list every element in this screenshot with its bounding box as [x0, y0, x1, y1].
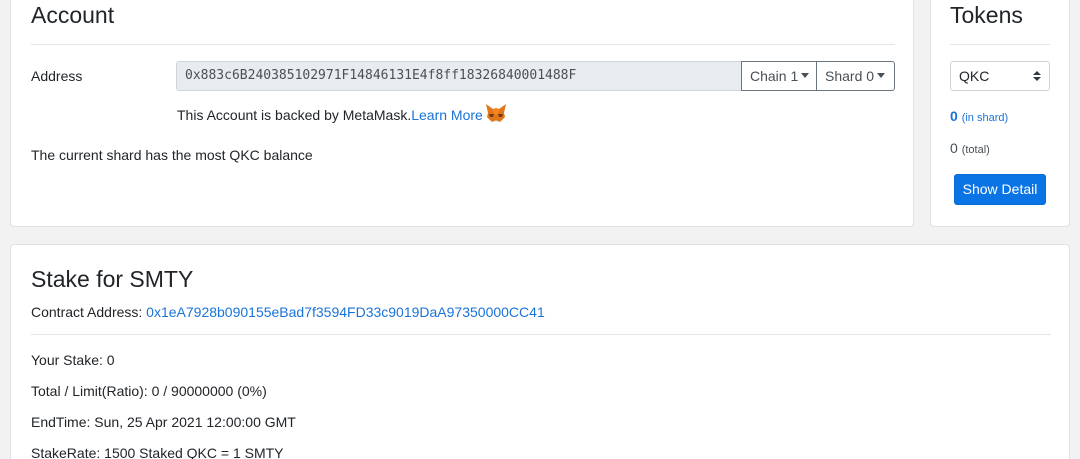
in-shard-value: 0: [950, 108, 958, 124]
shard-dropdown-label: Shard 0: [825, 68, 875, 84]
end-time: EndTime: Sun, 25 Apr 2021 12:00:00 GMT: [31, 414, 296, 430]
caret-down-icon: [801, 73, 810, 79]
metamask-fox-icon: [485, 103, 507, 126]
chain-dropdown[interactable]: Chain 1: [741, 61, 817, 91]
shard-balance-note: The current shard has the most QKC balan…: [31, 147, 313, 163]
stake-rate: StakeRate: 1500 Staked QKC = 1 SMTY: [31, 445, 284, 459]
divider: [31, 44, 895, 45]
divider: [31, 334, 1051, 335]
account-title: Account: [31, 2, 115, 28]
in-shard-label: (in shard): [961, 112, 1009, 124]
chain-dropdown-label: Chain 1: [750, 68, 799, 84]
metamask-text: This Account is backed by MetaMask.: [177, 107, 412, 124]
in-shard-balance: 0 (in shard): [950, 108, 1008, 124]
address-label: Address: [31, 68, 83, 84]
stake-title: Stake for SMTY: [31, 266, 194, 292]
token-select[interactable]: QKC: [950, 61, 1050, 91]
total-limit: Total / Limit(Ratio): 0 / 90000000 (0%): [31, 383, 267, 399]
token-select-value: QKC: [959, 68, 990, 84]
learn-more-link[interactable]: Learn More: [411, 107, 483, 123]
address-field[interactable]: 0x883c6B240385102971F14846131E4f8ff18326…: [176, 61, 742, 91]
show-detail-button[interactable]: Show Detail: [954, 174, 1046, 205]
total-balance: 0 (total): [950, 140, 990, 156]
caret-down-icon: [877, 73, 886, 79]
your-stake: Your Stake: 0: [31, 352, 115, 368]
stake-card: Stake for SMTY Contract Address: 0x1eA79…: [10, 244, 1070, 459]
total-value: 0: [950, 140, 958, 156]
tokens-title: Tokens: [950, 2, 1023, 28]
select-arrows-icon: [1033, 71, 1041, 81]
contract-address-row: Contract Address: 0x1eA7928b090155eBad7f…: [31, 304, 545, 320]
contract-address-link[interactable]: 0x1eA7928b090155eBad7f3594FD33c9019DaA97…: [146, 304, 545, 320]
divider: [950, 44, 1050, 45]
total-label: (total): [961, 144, 990, 156]
tokens-card: Tokens QKC 0 (in shard) 0 (total) Show D…: [930, 0, 1070, 227]
account-card: Account Address 0x883c6B240385102971F148…: [10, 0, 914, 227]
shard-dropdown[interactable]: Shard 0: [816, 61, 895, 91]
contract-address-label: Contract Address:: [31, 304, 143, 320]
metamask-note: This Account is backed by MetaMask.Learn…: [177, 104, 507, 126]
